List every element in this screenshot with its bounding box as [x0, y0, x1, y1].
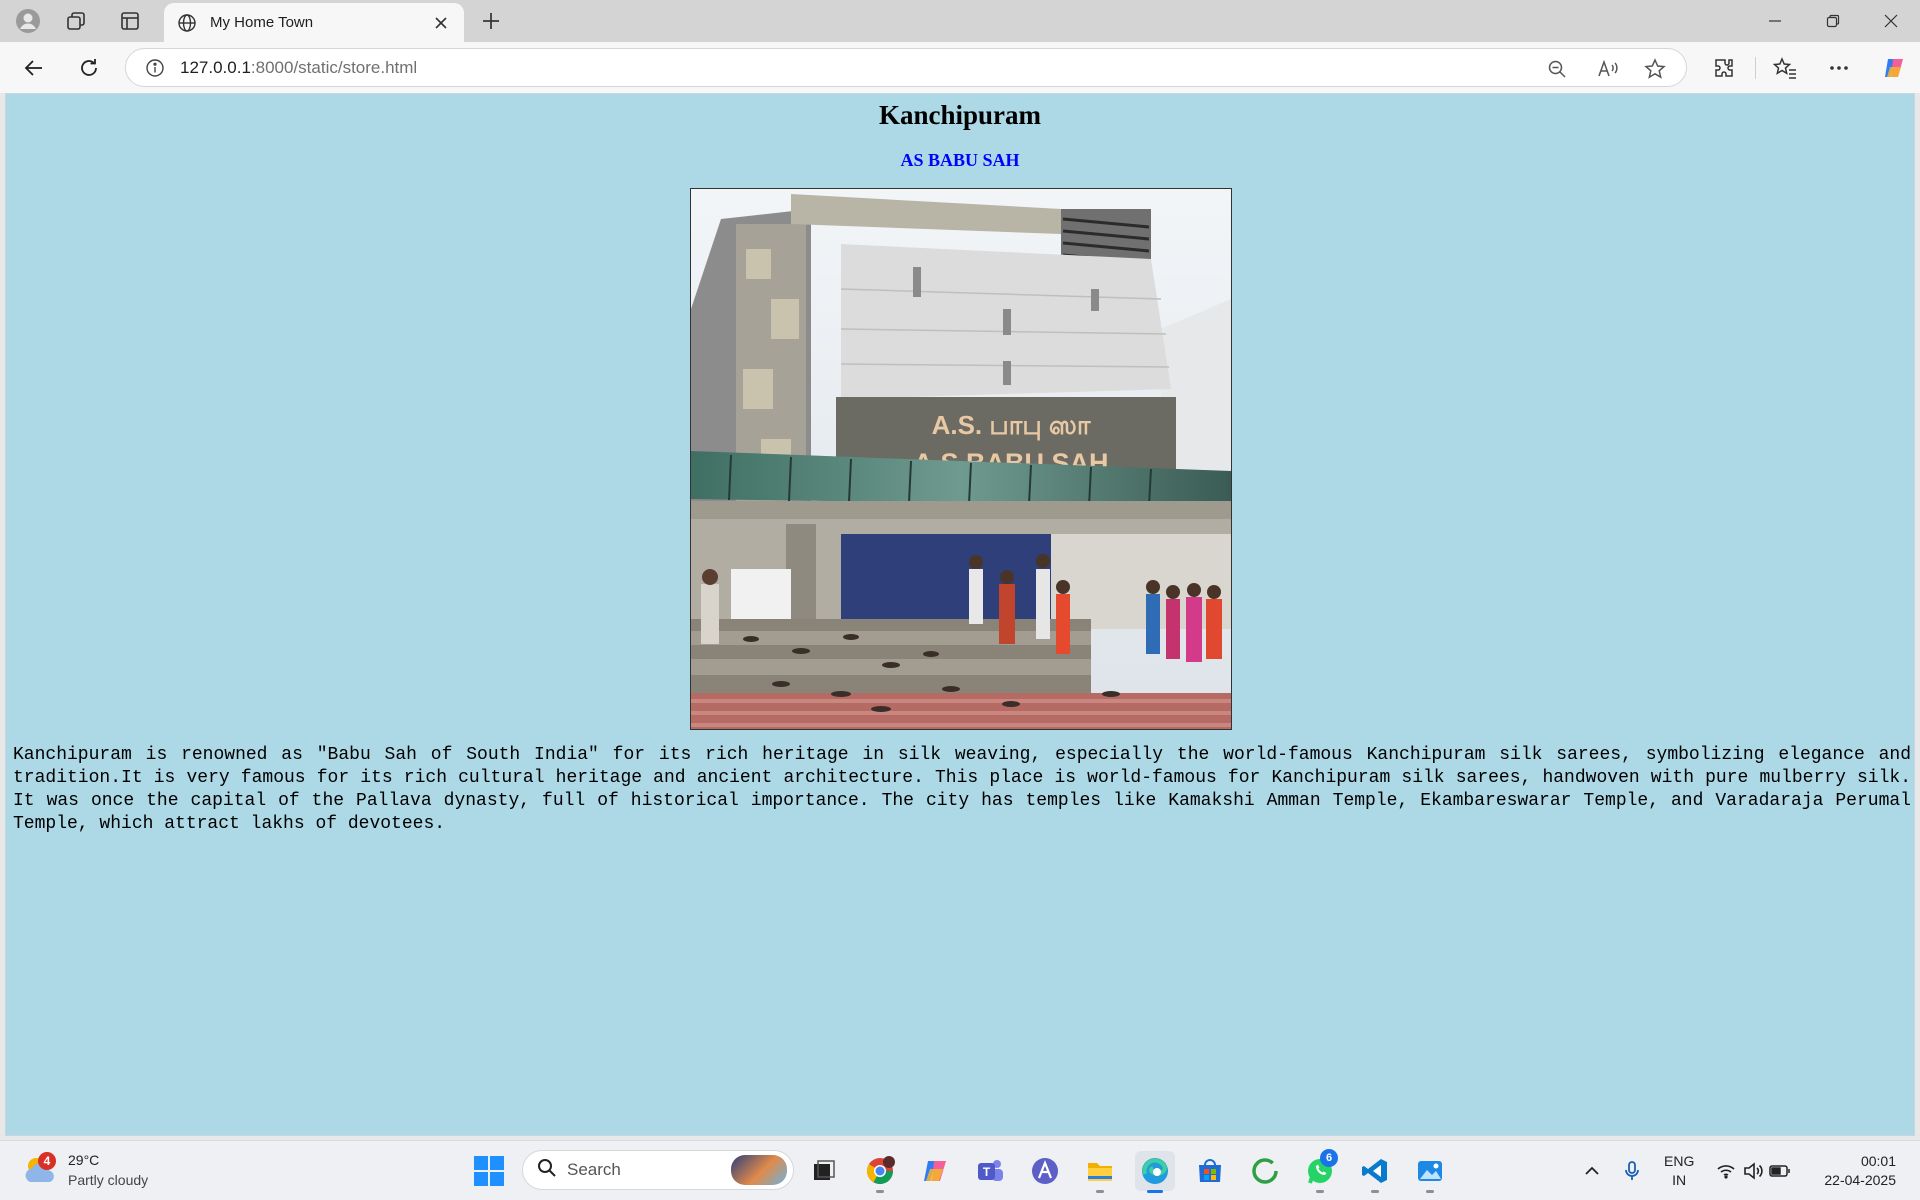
file-explorer-icon[interactable] — [1080, 1151, 1120, 1193]
address-toolbar: 127.0.0.1:8000/static/store.html — [0, 42, 1920, 93]
microsoft-store-icon[interactable] — [1190, 1151, 1230, 1191]
address-bar[interactable]: 127.0.0.1:8000/static/store.html — [125, 48, 1687, 87]
windows-start-icon[interactable] — [472, 1154, 506, 1188]
close-tab-icon[interactable] — [430, 12, 452, 34]
globe-icon — [176, 12, 198, 34]
zoom-out-icon[interactable] — [1544, 56, 1570, 82]
refresh-icon[interactable] — [72, 51, 106, 85]
favorite-star-icon[interactable] — [1642, 56, 1668, 82]
photos-app-icon[interactable] — [1410, 1151, 1450, 1193]
weather-condition: Partly cloudy — [68, 1172, 149, 1188]
browser-title-bar: My Home Town — [0, 0, 1920, 42]
copilot-app-icon[interactable] — [915, 1151, 955, 1191]
search-highlight-image — [731, 1155, 787, 1185]
new-tab-icon[interactable] — [474, 6, 508, 36]
page-viewport: Kanchipuram AS BABU SAH A.S. பாபு ஸா Kan… — [5, 93, 1915, 1136]
tab-title: My Home Town — [210, 14, 314, 31]
store-sign-tamil: A.S. பாபு ஸா — [932, 410, 1091, 441]
task-view-icon[interactable] — [804, 1151, 844, 1191]
page-subtitle: AS BABU SAH — [900, 150, 1020, 170]
restore-icon[interactable] — [1804, 0, 1862, 42]
region-code: IN — [1672, 1172, 1687, 1188]
system-clock[interactable]: 00:01 22-04-2025 — [1816, 1152, 1896, 1190]
teams-icon[interactable]: T — [970, 1151, 1010, 1191]
site-info-icon[interactable] — [144, 57, 166, 79]
green-ring-app-icon[interactable] — [1245, 1151, 1285, 1191]
whatsapp-icon[interactable]: 6 — [1300, 1149, 1340, 1193]
search-icon — [537, 1158, 557, 1183]
partly-cloudy-icon: 4 — [22, 1152, 60, 1188]
battery-icon[interactable] — [1768, 1159, 1792, 1183]
weather-temperature: 29°C — [68, 1152, 100, 1168]
language-code: ENG — [1664, 1153, 1695, 1169]
url-text: 127.0.0.1:8000/static/store.html — [180, 58, 417, 78]
read-aloud-icon[interactable] — [1595, 56, 1621, 82]
weather-badge: 4 — [38, 1152, 56, 1170]
weather-widget[interactable]: 4 29°C Partly cloudy — [22, 1150, 148, 1190]
whatsapp-badge: 6 — [1320, 1149, 1338, 1167]
profile-icon[interactable] — [10, 6, 46, 36]
minimize-icon[interactable] — [1746, 0, 1804, 42]
close-window-icon[interactable] — [1862, 0, 1920, 42]
extensions-icon[interactable] — [1707, 51, 1741, 85]
more-options-icon[interactable] — [1822, 51, 1856, 85]
copilot-icon[interactable] — [1877, 51, 1911, 85]
back-icon[interactable] — [17, 51, 51, 85]
search-label: Search — [567, 1160, 621, 1179]
tab-actions-icon[interactable] — [112, 6, 148, 36]
edge-icon[interactable] — [1135, 1151, 1175, 1193]
svg-text:T: T — [983, 1165, 991, 1179]
arc-app-icon[interactable] — [1025, 1151, 1065, 1191]
url-path: :8000/static/store.html — [250, 57, 418, 77]
workspaces-icon[interactable] — [58, 6, 94, 36]
wifi-icon[interactable] — [1714, 1159, 1738, 1183]
show-hidden-icons-chevron-icon[interactable] — [1580, 1159, 1604, 1183]
microphone-icon[interactable] — [1620, 1159, 1644, 1183]
vscode-icon[interactable] — [1355, 1151, 1395, 1193]
page-paragraph: Kanchipuram is renowned as "Babu Sah of … — [13, 745, 1911, 834]
tab-my-home-town[interactable]: My Home Town — [164, 3, 464, 42]
clock-date: 22-04-2025 — [1824, 1172, 1896, 1188]
taskbar-search[interactable]: Search — [522, 1150, 794, 1190]
chrome-icon[interactable] — [860, 1151, 900, 1193]
favorites-icon[interactable] — [1768, 51, 1802, 85]
url-host: 127.0.0.1 — [180, 57, 251, 77]
store-photo: A.S. பாபு ஸா A.S.BABU SAH — [690, 188, 1232, 730]
clock-time: 00:01 — [1860, 1153, 1896, 1169]
taskbar: 4 29°C Partly cloudy Search T 6 ENG IN 0… — [0, 1140, 1920, 1200]
language-indicator[interactable]: ENG IN — [1664, 1152, 1694, 1190]
toolbar-divider — [1755, 57, 1756, 79]
page-title: Kanchipuram — [878, 100, 1042, 130]
volume-icon[interactable] — [1741, 1159, 1765, 1183]
